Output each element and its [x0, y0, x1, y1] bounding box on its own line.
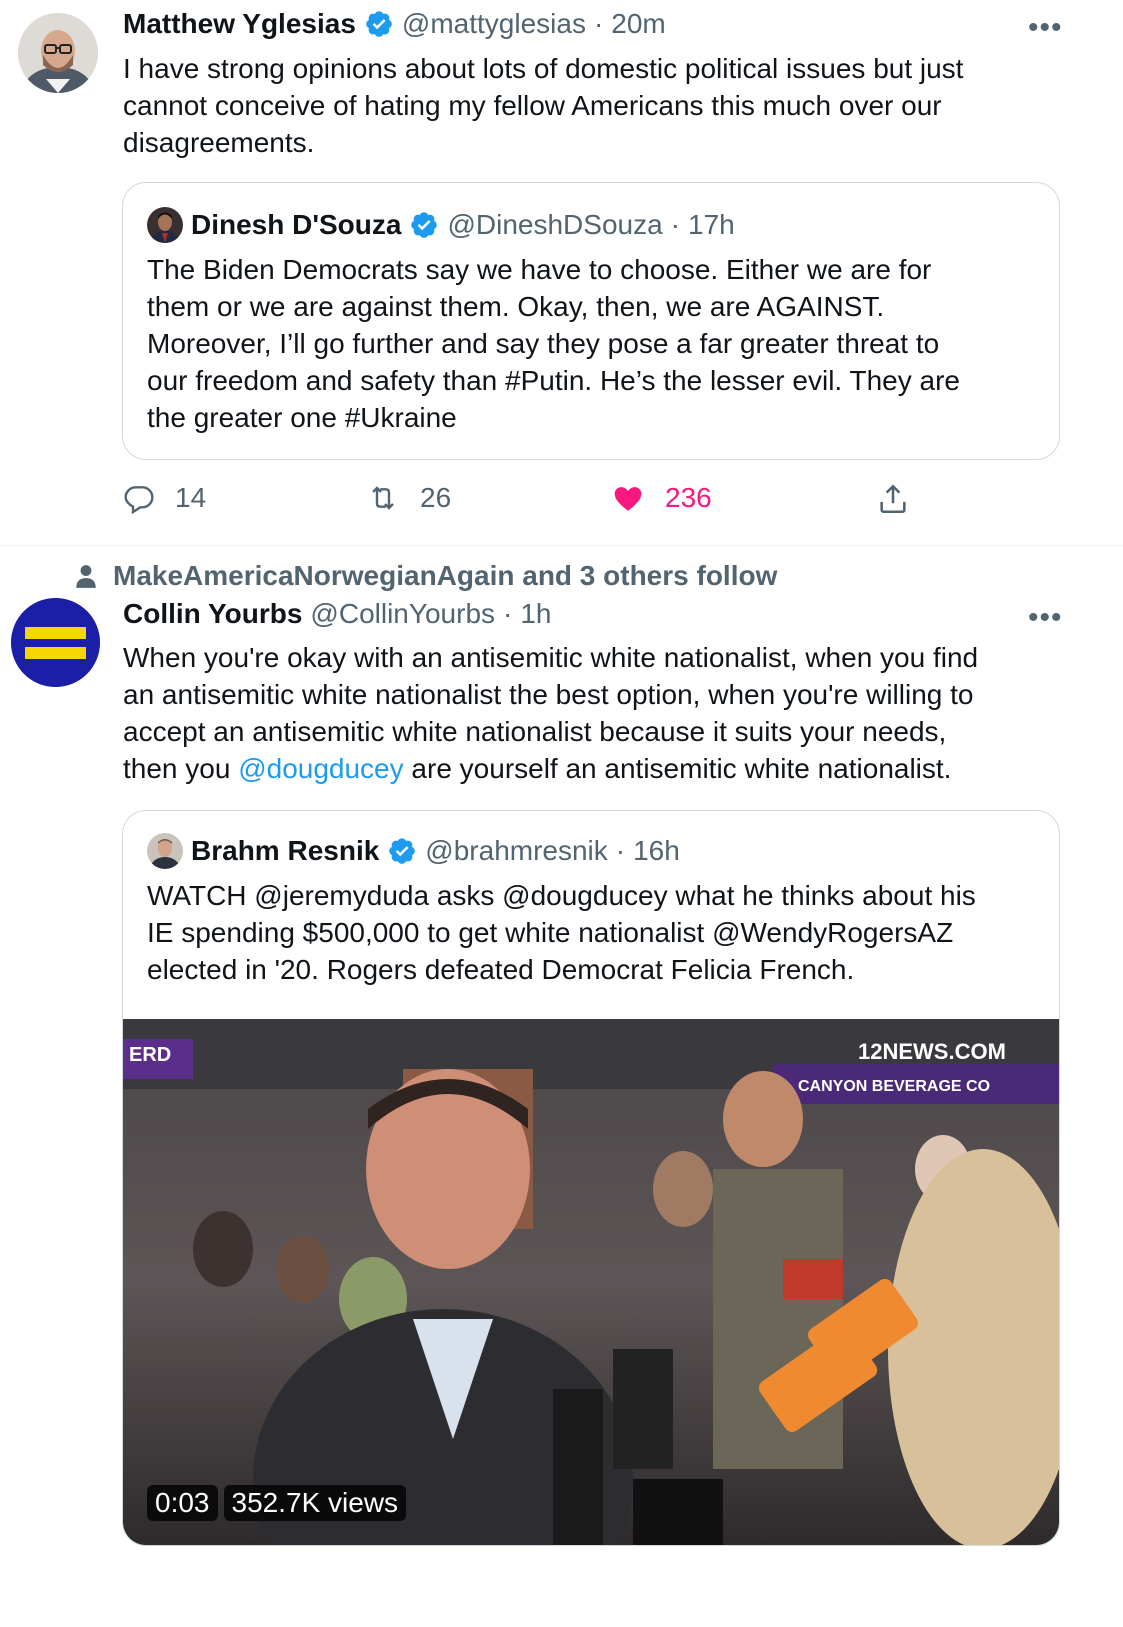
verified-badge-icon	[411, 212, 438, 238]
quoted-tweet-resnik[interactable]: Brahm Resnik @brahmresnik · 16h WATCH @j…	[122, 810, 1060, 1546]
like-button[interactable]: 236	[611, 482, 712, 514]
text-fragment: are yourself an antisemitic white nation…	[403, 753, 952, 784]
quoted-tweet-text: WATCH @jeremyduda asks @dougducey what h…	[147, 877, 1047, 988]
equality-logo-icon	[11, 598, 100, 687]
reply-icon	[124, 486, 154, 514]
tweet-text-line: disagreements.	[123, 127, 315, 158]
avatar-resnik	[147, 833, 183, 869]
text-fragment: then you	[123, 753, 239, 784]
action-bar: 14 26 236	[0, 478, 1123, 528]
person-icon	[76, 565, 96, 588]
tweet-text-line: When you're okay with an antisemitic whi…	[123, 642, 979, 673]
quoted-tweet-dsouza[interactable]: Dinesh D'Souza @DineshDSouza · 17h The B…	[122, 182, 1060, 460]
retweet-button[interactable]: 26	[366, 482, 451, 514]
tweet-yourbs[interactable]: MakeAmericaNorwegianAgain and 3 others f…	[0, 546, 1123, 1627]
quoted-text-line: The Biden Democrats say we have to choos…	[147, 254, 932, 285]
person-portrait-icon	[18, 13, 98, 93]
tweet-yglesias[interactable]: Matthew Yglesias @mattyglesias · 20m •••…	[0, 0, 1123, 545]
quoted-text-line: our freedom and safety than #Putin. He’s…	[147, 365, 960, 396]
video-player[interactable]: ERD CANYON BEVERAGE CO 12NEWS.COM 0:03 3…	[123, 1019, 1059, 1545]
social-context-text: MakeAmericaNorwegianAgain and 3 others f…	[113, 560, 778, 591]
share-button[interactable]	[876, 482, 910, 516]
quoted-author-name: Brahm Resnik	[191, 835, 380, 866]
verified-badge-icon	[389, 838, 416, 864]
mention-link[interactable]: @dougducey	[238, 753, 403, 784]
author-handle[interactable]: @CollinYourbs	[310, 598, 495, 630]
tweet-text: When you're okay with an antisemitic whi…	[123, 639, 1103, 787]
quoted-text-line: Moreover, I’ll go further and say they p…	[147, 328, 940, 359]
avatar-dsouza	[147, 207, 183, 243]
video-duration: 0:03	[147, 1485, 218, 1521]
more-options-icon[interactable]: •••	[1028, 603, 1063, 633]
quoted-text-line: elected in '20. Rogers defeated Democrat…	[147, 954, 855, 985]
timestamp[interactable]: 20m	[611, 8, 665, 40]
separator-dot: ·	[670, 209, 680, 240]
avatar-yourbs[interactable]	[11, 598, 100, 687]
author-handle[interactable]: @mattyglesias	[402, 8, 586, 40]
quoted-author-handle: @brahmresnik	[425, 835, 608, 866]
quoted-text-line: them or we are against them. Okay, then,…	[147, 291, 885, 322]
video-thumbnail: ERD CANYON BEVERAGE CO 12NEWS.COM	[123, 1019, 1059, 1545]
person-portrait-icon	[147, 207, 183, 243]
video-views: 352.7K views	[223, 1485, 407, 1521]
avatar-yglesias[interactable]	[18, 13, 98, 93]
separator-dot: ·	[615, 835, 626, 866]
share-icon	[880, 484, 906, 514]
tweet-text-line: I have strong opinions about lots of dom…	[123, 53, 964, 84]
reply-button[interactable]: 14	[123, 482, 206, 514]
tweet-text-line: an antisemitic white nationalist the bes…	[123, 679, 974, 710]
retweet-icon	[372, 486, 394, 510]
banner-text: CANYON BEVERAGE CO	[798, 1078, 990, 1095]
like-count: 236	[665, 482, 712, 513]
video-badges: 0:03 352.7K views	[147, 1485, 407, 1521]
author-name[interactable]: Collin Yourbs	[123, 598, 302, 630]
person-portrait-icon	[147, 833, 183, 869]
quoted-author-name: Dinesh D'Souza	[191, 209, 402, 240]
quoted-timestamp: 16h	[633, 835, 680, 866]
quoted-text-line: the greater one #Ukraine	[147, 402, 457, 433]
verified-badge-icon	[366, 11, 392, 37]
author-name[interactable]: Matthew Yglesias	[123, 8, 356, 40]
more-options-icon[interactable]: •••	[1028, 13, 1063, 43]
watermark-text: 12NEWS.COM	[858, 1039, 1006, 1064]
social-context[interactable]: MakeAmericaNorwegianAgain and 3 others f…	[73, 560, 777, 592]
quoted-tweet-text: The Biden Democrats say we have to choos…	[147, 251, 1047, 436]
quoted-text-line: WATCH @jeremyduda asks @dougducey what h…	[147, 880, 976, 911]
retweet-count: 26	[420, 482, 452, 513]
separator-dot: ·	[503, 598, 513, 629]
tweet-text-line: accept an antisemitic white nationalist …	[123, 716, 947, 747]
quoted-author-handle: @DineshDSouza	[447, 209, 663, 240]
tweet-text: I have strong opinions about lots of dom…	[123, 50, 1083, 161]
quoted-text-line: IE spending $500,000 to get white nation…	[147, 917, 954, 948]
tweet-text-line: then you @dougducey are yourself an anti…	[123, 750, 1103, 787]
svg-text:ERD: ERD	[129, 1044, 171, 1066]
tweet-text-line: cannot conceive of hating my fellow Amer…	[123, 90, 942, 121]
heart-filled-icon	[614, 487, 642, 511]
separator-dot: ·	[593, 8, 604, 39]
quoted-timestamp: 17h	[688, 209, 735, 240]
timestamp[interactable]: 1h	[520, 598, 551, 630]
reply-count: 14	[175, 482, 207, 513]
